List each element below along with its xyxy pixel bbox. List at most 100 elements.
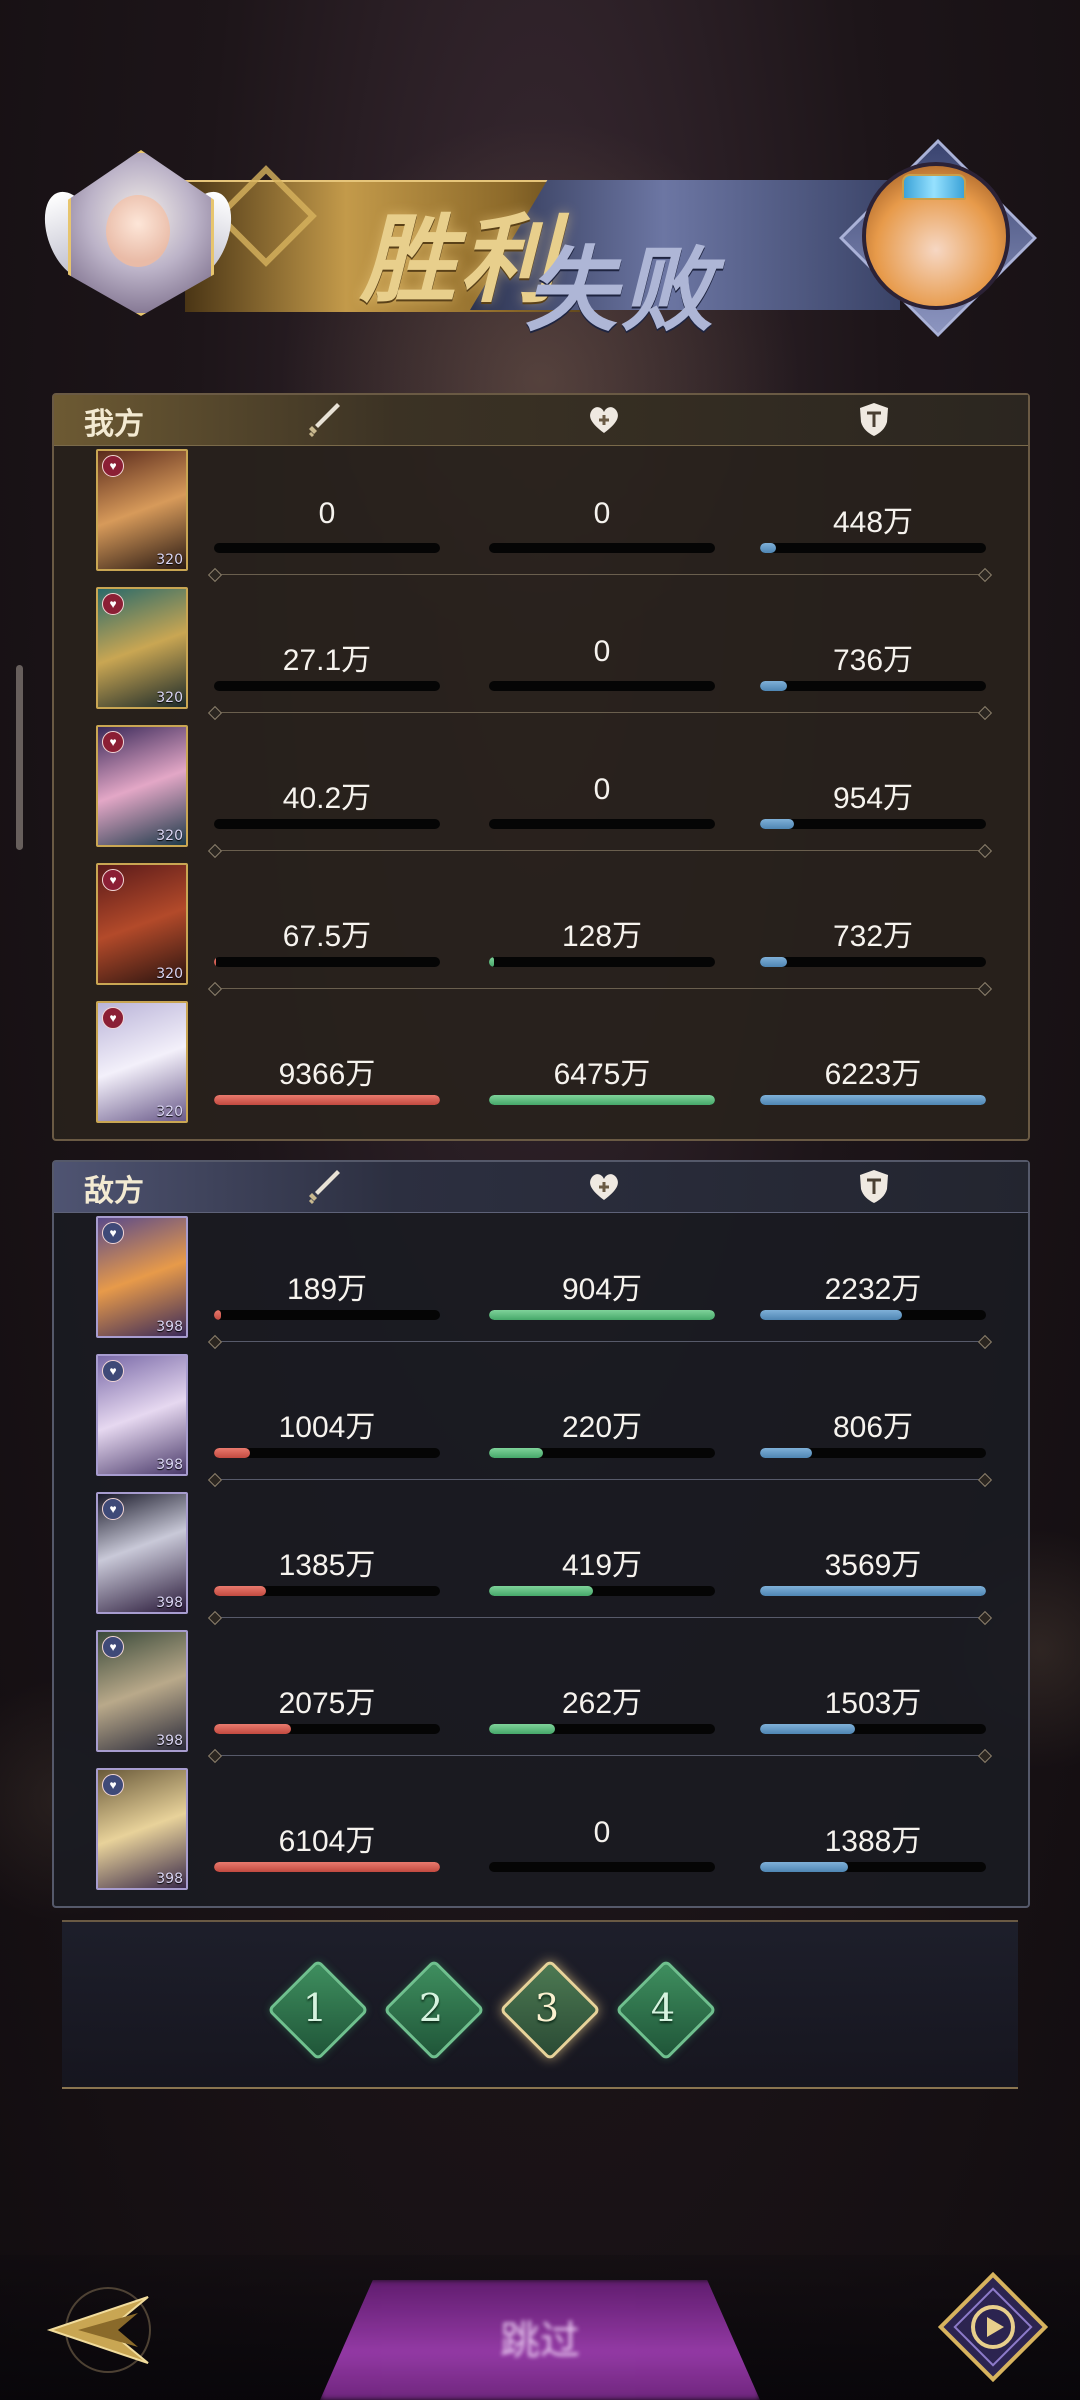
shield-icon <box>854 399 894 439</box>
tank-stat: 806万 <box>760 1402 986 1462</box>
tank-stat: 954万 <box>760 773 986 833</box>
row-divider <box>214 712 986 713</box>
tank-stat-bar-fill <box>760 681 788 691</box>
heal-stat-value: 904万 <box>561 1273 643 1306</box>
hero-class-badge-icon: ♥ <box>102 731 124 753</box>
tank-stat: 2232万 <box>760 1264 986 1324</box>
heal-stat: 128万 <box>489 911 715 971</box>
back-button[interactable] <box>38 2275 168 2385</box>
tank-stat-value: 6223万 <box>824 1058 922 1091</box>
row-divider <box>214 1617 986 1618</box>
damage-stat: 1385万 <box>214 1540 440 1600</box>
damage-stat-bar <box>214 1586 440 1596</box>
damage-stat-value: 6104万 <box>278 1825 376 1858</box>
tank-stat-bar-fill <box>760 1724 855 1734</box>
tank-stat-bar-fill <box>760 1448 812 1458</box>
row-divider <box>214 1755 986 1756</box>
hero-portrait[interactable]: ♥ 320 <box>96 587 188 709</box>
round-pager: 1 2 3 4 <box>62 1920 1018 2089</box>
hero-class-badge-icon: ♥ <box>102 1498 124 1520</box>
heal-stat: 262万 <box>489 1678 715 1738</box>
damage-stat-bar-fill <box>214 1310 221 1320</box>
damage-stat-bar <box>214 1862 440 1872</box>
tank-stat-bar <box>760 681 986 691</box>
hero-row[interactable]: ♥ 398 1004万 220万 806万 <box>54 1350 1028 1488</box>
hero-portrait[interactable]: ♥ 320 <box>96 863 188 985</box>
heal-stat-value: 0 <box>593 497 611 530</box>
our-leader-avatar[interactable] <box>34 140 242 320</box>
damage-stat-value: 1004万 <box>278 1411 376 1444</box>
tank-stat-bar <box>760 1448 986 1458</box>
hero-row[interactable]: ♥ 398 6104万 0 1388万 <box>54 1764 1028 1902</box>
hero-row[interactable]: ♥ 398 189万 904万 2232万 <box>54 1212 1028 1350</box>
row-divider <box>214 988 986 989</box>
heal-stat-bar-fill <box>489 957 494 967</box>
hero-row[interactable]: ♥ 320 9366万 6475万 6223万 <box>54 997 1028 1135</box>
damage-stat: 40.2万 <box>214 773 440 833</box>
heal-stat-bar <box>489 1448 715 1458</box>
tank-stat: 1503万 <box>760 1678 986 1738</box>
heal-stat-value: 0 <box>593 773 611 806</box>
heal-stat-bar-fill <box>489 1448 544 1458</box>
heal-stat-value: 6475万 <box>553 1058 651 1091</box>
hero-row[interactable]: ♥ 320 67.5万 128万 732万 <box>54 859 1028 997</box>
damage-stat-value: 40.2万 <box>282 782 372 815</box>
damage-stat-value: 9366万 <box>278 1058 376 1091</box>
hero-portrait[interactable]: ♥ 398 <box>96 1768 188 1890</box>
damage-stat-bar <box>214 1310 440 1320</box>
damage-stat: 189万 <box>214 1264 440 1324</box>
tank-stat-bar <box>760 957 986 967</box>
damage-stat: 67.5万 <box>214 911 440 971</box>
tank-stat-bar <box>760 1862 986 1872</box>
damage-stat-value: 0 <box>318 497 336 530</box>
page-number: 4 <box>650 1986 676 2030</box>
heal-stat-bar <box>489 819 715 829</box>
tank-stat-bar-fill <box>760 543 776 553</box>
hero-portrait[interactable]: ♥ 398 <box>96 1630 188 1752</box>
tank-stat-bar-fill <box>760 1862 849 1872</box>
tank-stat-bar <box>760 1724 986 1734</box>
tank-stat-bar <box>760 1310 986 1320</box>
damage-stat-bar-fill <box>214 1095 440 1105</box>
replay-button[interactable] <box>937 2271 1049 2383</box>
damage-stat-bar <box>214 1724 440 1734</box>
hero-row[interactable]: ♥ 398 1385万 419万 3569万 <box>54 1488 1028 1626</box>
heal-stat: 0 <box>489 1816 715 1876</box>
hero-portrait[interactable]: ♥ 398 <box>96 1492 188 1614</box>
hero-class-badge-icon: ♥ <box>102 869 124 891</box>
damage-stat-value: 2075万 <box>278 1687 376 1720</box>
damage-stat-bar-fill <box>214 957 217 967</box>
avatar-face <box>106 195 170 267</box>
hero-class-badge-icon: ♥ <box>102 1636 124 1658</box>
play-icon <box>937 2271 1049 2383</box>
damage-stat: 2075万 <box>214 1678 440 1738</box>
damage-stat: 9366万 <box>214 1049 440 1109</box>
tank-stat: 448万 <box>760 497 986 557</box>
hero-level: 398 <box>156 1595 183 1611</box>
tank-stat-bar-fill <box>760 1095 986 1105</box>
tank-stat-value: 736万 <box>832 644 914 677</box>
damage-stat-bar <box>214 1448 440 1458</box>
damage-stat-bar-fill <box>214 1862 440 1872</box>
heal-stat-value: 0 <box>593 1816 611 1849</box>
scroll-indicator[interactable] <box>16 665 23 850</box>
damage-stat: 0 <box>214 497 440 557</box>
team-label: 我方 <box>84 407 144 442</box>
hero-portrait[interactable]: ♥ 398 <box>96 1216 188 1338</box>
hero-row[interactable]: ♥ 320 40.2万 0 954万 <box>54 721 1028 859</box>
hero-row[interactable]: ♥ 320 27.1万 0 736万 <box>54 583 1028 721</box>
hero-row[interactable]: ♥ 320 0 0 448万 <box>54 445 1028 583</box>
heal-stat: 220万 <box>489 1402 715 1462</box>
hero-row[interactable]: ♥ 398 2075万 262万 1503万 <box>54 1626 1028 1764</box>
tank-stat-bar <box>760 1095 986 1105</box>
hero-portrait[interactable]: ♥ 320 <box>96 449 188 571</box>
heal-stat-bar <box>489 957 715 967</box>
hero-portrait[interactable]: ♥ 320 <box>96 1001 188 1123</box>
hero-level: 320 <box>156 966 183 982</box>
enemy-leader-avatar[interactable] <box>839 139 1037 337</box>
hero-class-badge-icon: ♥ <box>102 593 124 615</box>
hero-portrait[interactable]: ♥ 398 <box>96 1354 188 1476</box>
tank-stat-value: 732万 <box>832 920 914 953</box>
heal-stat-bar <box>489 1862 715 1872</box>
hero-portrait[interactable]: ♥ 320 <box>96 725 188 847</box>
